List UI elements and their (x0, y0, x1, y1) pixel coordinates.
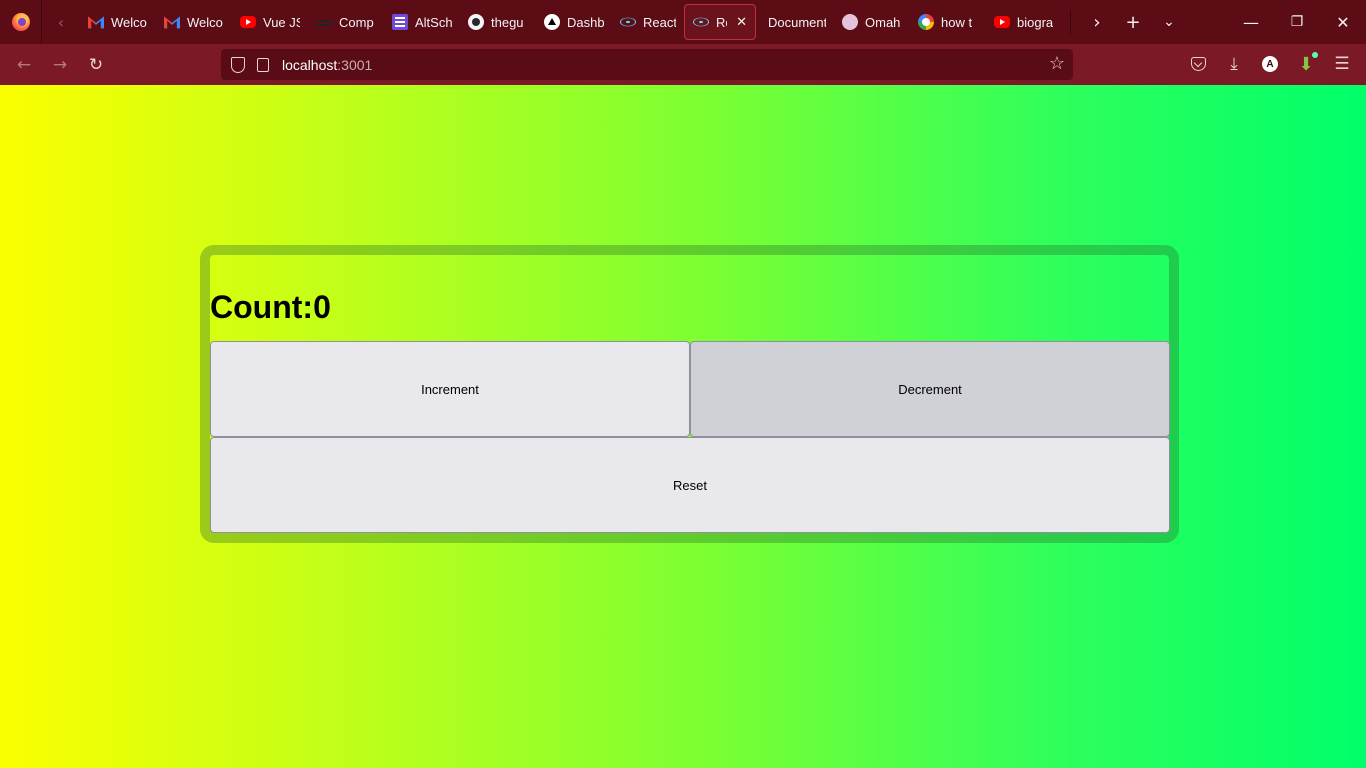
increment-button[interactable]: Increment (210, 341, 690, 437)
hamburger-menu-icon: ☰ (1334, 54, 1350, 74)
tab-label: Document (768, 14, 826, 30)
tab-comp[interactable]: Comp (308, 4, 384, 40)
tab-vue-js[interactable]: Vue JS (232, 4, 308, 40)
restore-icon: ❐ (1290, 14, 1304, 30)
tab-gmail-1[interactable]: Welco (80, 4, 156, 40)
tab-label: Comp (339, 14, 374, 30)
reset-button[interactable]: Reset (210, 437, 1170, 533)
gmail-icon (164, 16, 180, 29)
tab-label: Rea (716, 14, 727, 30)
youtube-icon (994, 16, 1010, 28)
firefox-menu[interactable] (0, 0, 42, 44)
chevron-left-icon: ‹ (57, 12, 65, 32)
list-all-tabs-button[interactable]: ⌄ (1151, 4, 1187, 40)
close-tab-icon[interactable]: ✕ (736, 14, 747, 30)
download-arrow-extension-icon: ⬇ (1298, 51, 1318, 75)
tab-biography[interactable]: biogra (986, 4, 1062, 40)
google-icon (918, 14, 934, 30)
github-icon (468, 14, 484, 30)
xl-badge-icon (842, 14, 858, 30)
tab-label: thegu (491, 14, 524, 30)
account-button[interactable]: A (1252, 48, 1288, 80)
menu-lines-icon (316, 19, 332, 26)
tab-label: how t (941, 14, 973, 30)
url-host: localhost (282, 56, 338, 73)
youtube-icon (240, 16, 256, 28)
react-icon (620, 17, 636, 27)
tab-label: React (643, 14, 676, 30)
tab-label: Welco (187, 14, 223, 30)
tab-label: Omah (865, 14, 901, 30)
decrement-button[interactable]: Decrement (690, 341, 1170, 437)
plus-icon: + (1125, 11, 1141, 33)
tab-label: Vue JS (263, 14, 300, 30)
restore-button[interactable]: ❐ (1274, 0, 1320, 44)
firefox-logo-icon (11, 13, 30, 31)
tab-dashboard[interactable]: Dashb (536, 4, 612, 40)
triangle-icon (544, 14, 560, 30)
chevron-right-icon: › (1093, 11, 1101, 33)
back-button[interactable]: ← (6, 49, 42, 81)
toolbar-right-actions: ⤓ A ⬇ ☰ (1180, 48, 1360, 80)
arrow-left-icon: ← (16, 54, 32, 75)
tab-github[interactable]: thegu (460, 4, 536, 40)
tab-label: Welco (111, 14, 147, 30)
tab-strip: ‹ Welco Welco Vue JS Comp AltSch thegu D… (0, 0, 1366, 44)
reload-button[interactable]: ↻ (78, 49, 114, 81)
downloads-button[interactable]: ⤓ (1216, 48, 1252, 80)
forward-button[interactable]: → (42, 49, 78, 81)
tab-react-active[interactable]: Rea ✕ (684, 4, 756, 40)
navigation-toolbar: ← → ↻ localhost:3001 ☆ ⤓ A ⬇ ☰ (0, 44, 1366, 85)
tab-document[interactable]: Document (756, 4, 834, 40)
download-icon: ⤓ (1230, 54, 1238, 74)
pocket-button[interactable] (1180, 48, 1216, 80)
close-window-button[interactable]: ✕ (1320, 0, 1366, 44)
tab-omah[interactable]: Omah (834, 4, 910, 40)
tab-divider (1070, 10, 1071, 34)
gmail-icon (88, 16, 104, 29)
bookmark-star-icon[interactable]: ☆ (1049, 53, 1065, 74)
url-port: :3001 (337, 56, 373, 73)
close-icon: ✕ (1336, 12, 1350, 32)
reload-icon: ↻ (88, 54, 104, 75)
tab-react[interactable]: React (612, 4, 684, 40)
tracking-protection-icon[interactable] (231, 56, 245, 73)
arrow-right-icon: → (52, 54, 68, 75)
list-icon (392, 14, 408, 30)
tab-gmail-2[interactable]: Welco (156, 4, 232, 40)
chevron-down-icon: ⌄ (1163, 14, 1175, 30)
pocket-icon (1190, 57, 1206, 71)
tab-label: biogra (1017, 14, 1054, 30)
scroll-tabs-right-button[interactable]: › (1079, 4, 1115, 40)
counter-card: Count:0 Increment Decrement Reset (200, 245, 1179, 543)
tab-label: AltSch (415, 14, 452, 30)
minimize-icon: — (1243, 12, 1259, 32)
react-icon (693, 17, 709, 27)
tab-google[interactable]: how t (910, 4, 986, 40)
count-display: Count:0 (210, 289, 331, 325)
tab-altschool[interactable]: AltSch (384, 4, 460, 40)
extension-button[interactable]: ⬇ (1288, 48, 1324, 80)
address-bar[interactable]: localhost:3001 ☆ (221, 49, 1073, 80)
scroll-tabs-left-button[interactable]: ‹ (42, 0, 80, 44)
app-menu-button[interactable]: ☰ (1324, 48, 1360, 80)
page-info-icon[interactable] (257, 57, 269, 72)
tab-label: Dashb (567, 14, 604, 30)
new-tab-button[interactable]: + (1115, 4, 1151, 40)
avatar: A (1262, 56, 1278, 72)
minimize-button[interactable]: — (1228, 0, 1274, 44)
page-viewport: Count:0 Increment Decrement Reset (0, 85, 1366, 768)
